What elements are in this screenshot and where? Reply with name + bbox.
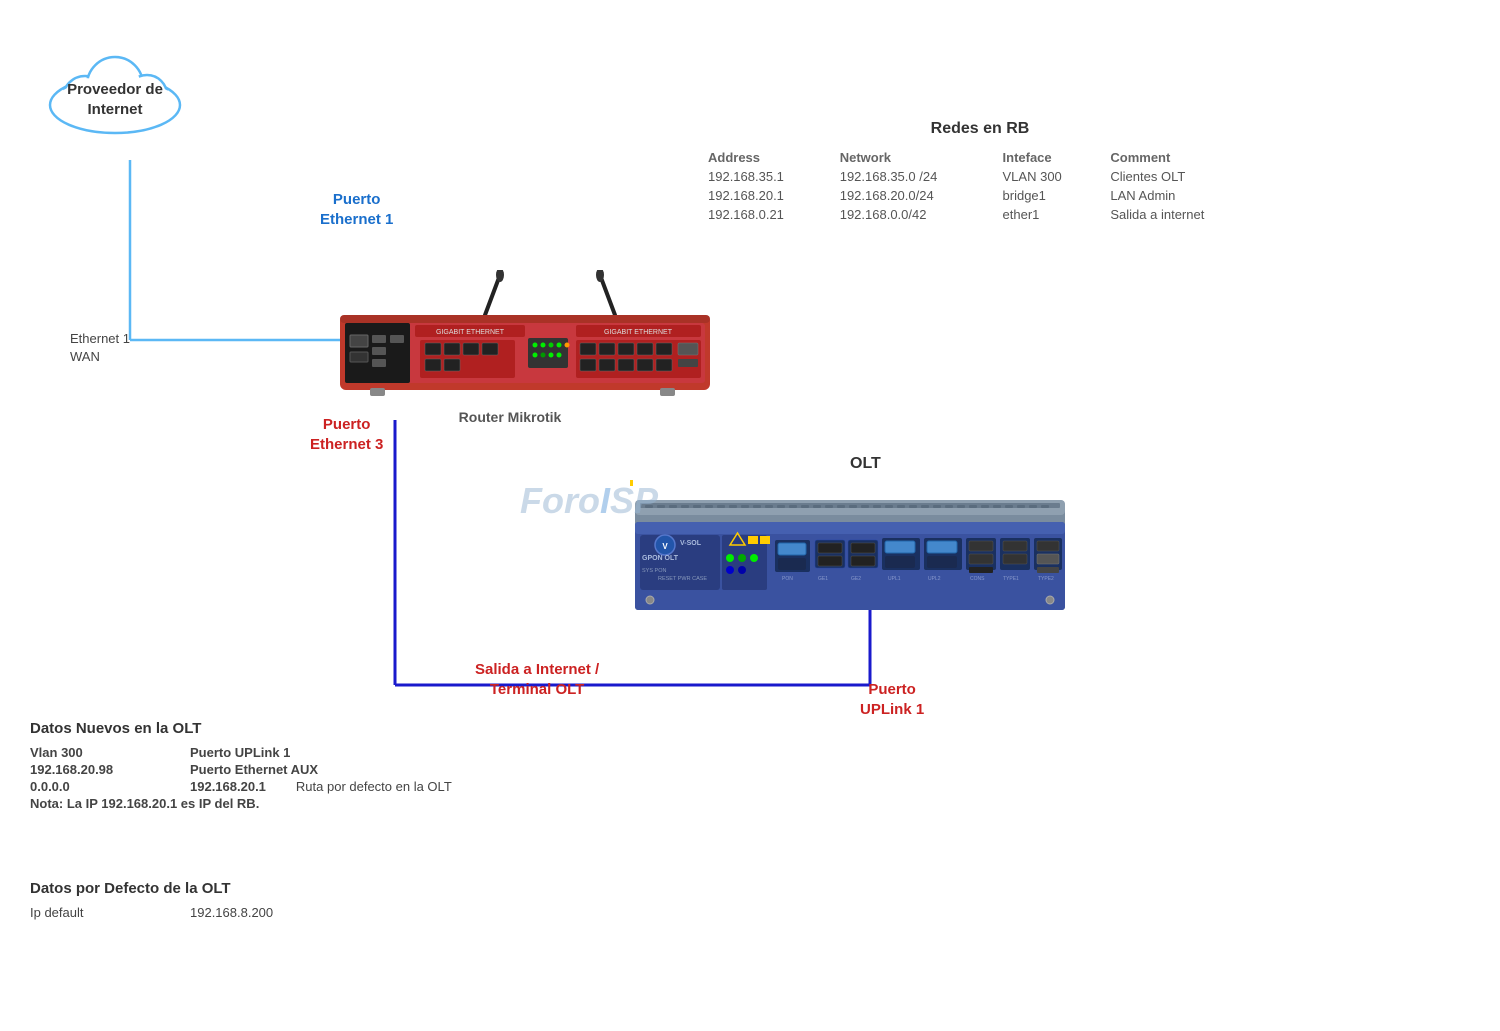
salida-internet-label: Salida a Internet / Terminal OLT (475, 660, 599, 699)
table-row: 192.168.20.1192.168.20.0/24bridge1LAN Ad… (700, 186, 1260, 205)
svg-text:TYPE2: TYPE2 (1038, 576, 1054, 582)
router-svg: GIGABIT ETHERNET GIGABIT ETHERNET (280, 270, 740, 400)
datos-nuevos-title: Datos Nuevos en la OLT (30, 720, 650, 737)
olt-device: V V-SOL GPON OLT SYS PON RESET PWR CASE (630, 480, 1070, 680)
isp-cloud: .cloud-path { fill: none; stroke: #5bb8f… (30, 40, 200, 119)
table-row: 192.168.0.21192.168.0.0/42ether1Salida a… (700, 205, 1260, 224)
svg-text:CONS: CONS (970, 576, 985, 582)
redes-rb-title: Redes en RB (700, 120, 1260, 138)
olt-title: OLT (850, 455, 881, 473)
svg-text:GE2: GE2 (851, 576, 861, 582)
datos-defecto-title: Datos por Defecto de la OLT (30, 880, 430, 897)
svg-text:RESET PWR CASE: RESET PWR CASE (658, 576, 707, 582)
puerto-uplink-label: Puerto UPLink 1 (860, 680, 924, 719)
cloud-label: Proveedor de Internet (30, 80, 200, 119)
datos-defecto-section: Datos por Defecto de la OLT Ip default19… (30, 880, 430, 920)
puerto-eth3-label: Puerto Ethernet 3 (310, 415, 383, 454)
svg-text:GIGABIT ETHERNET: GIGABIT ETHERNET (604, 329, 673, 336)
datos-defecto-row: Ip default192.168.8.200 (30, 905, 430, 920)
datos-nuevos-row: Nota: La IP 192.168.20.1 es IP del RB. (30, 796, 650, 811)
col-network: Network (832, 148, 995, 167)
col-interface: Inteface (995, 148, 1103, 167)
svg-text:PON: PON (782, 576, 793, 582)
ethernet-wan-label: Ethernet 1 WAN (70, 330, 130, 366)
router-mikrotik: GIGABIT ETHERNET GIGABIT ETHERNET (280, 270, 740, 425)
svg-text:GPON OLT: GPON OLT (642, 555, 679, 562)
svg-text:GIGABIT ETHERNET: GIGABIT ETHERNET (436, 329, 505, 336)
datos-nuevos-section: Datos Nuevos en la OLT Vlan 300Puerto UP… (30, 720, 650, 813)
foro-isp-watermark: ForoISP (520, 480, 658, 522)
col-address: Address (700, 148, 832, 167)
svg-text:V: V (662, 542, 668, 551)
svg-text:UPL2: UPL2 (928, 576, 941, 582)
svg-text:TYPE1: TYPE1 (1003, 576, 1019, 582)
olt-svg: V V-SOL GPON OLT SYS PON RESET PWR CASE (630, 480, 1070, 640)
table-row: 192.168.35.1192.168.35.0 /24VLAN 300Clie… (700, 167, 1260, 186)
datos-nuevos-row: Vlan 300Puerto UPLink 1 (30, 745, 650, 760)
datos-nuevos-row: 192.168.20.98Puerto Ethernet AUX (30, 762, 650, 777)
svg-text:SYS PON: SYS PON (642, 568, 666, 574)
svg-text:V-SOL: V-SOL (680, 540, 702, 547)
col-comment: Comment (1102, 148, 1260, 167)
redes-table: Address Network Inteface Comment 192.168… (700, 148, 1260, 224)
datos-nuevos-row: 0.0.0.0192.168.20.1Ruta por defecto en l… (30, 779, 650, 794)
svg-text:GE1: GE1 (818, 576, 828, 582)
svg-text:UPL1: UPL1 (888, 576, 901, 582)
puerto-eth1-label: Puerto Ethernet 1 (320, 190, 393, 229)
redes-rb-section: Redes en RB Address Network Inteface Com… (700, 120, 1260, 224)
